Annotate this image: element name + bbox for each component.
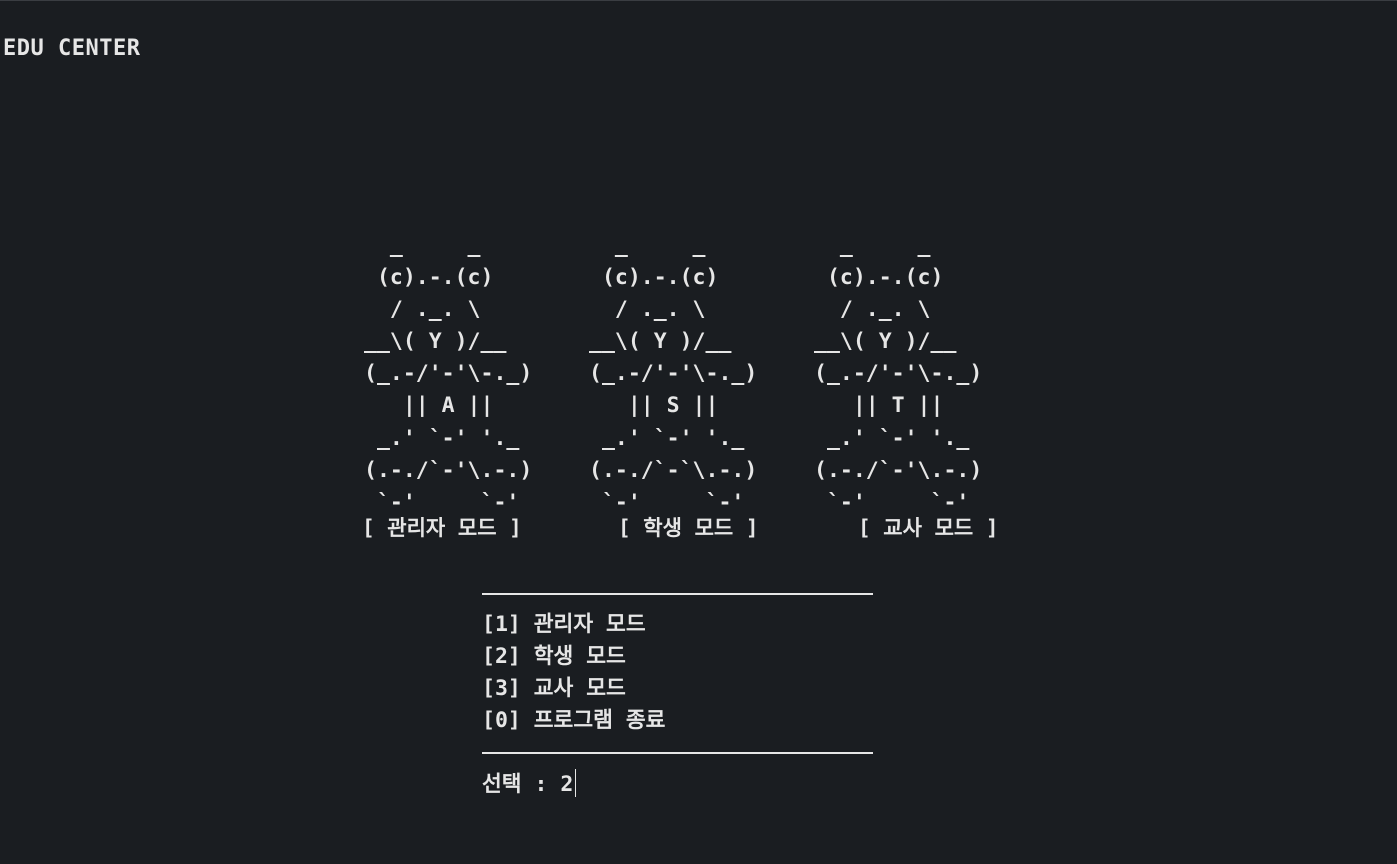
bear-label-student: [ 학생 모드 ] [618, 516, 759, 540]
bear-label-teacher: [ 교사 모드 ] [858, 516, 999, 540]
bear-art-admin: _ _ (c).-.(c) / ._. \ __\( Y )/__ (_.-/'… [364, 233, 533, 515]
menu-item-student[interactable]: [2] 학생 모드 [482, 641, 665, 673]
selection-prompt[interactable]: 선택 : 2 [482, 769, 577, 801]
menu-top-divider [482, 593, 873, 595]
bear-label-admin: [ 관리자 모드 ] [362, 516, 522, 540]
selection-label: 선택 : [482, 772, 548, 797]
menu-bottom-divider [482, 752, 873, 754]
bear-art-student: _ _ (c).-.(c) / ._. \ __\( Y )/__ (_.-/'… [589, 233, 758, 515]
window-top-border [0, 0, 1397, 1]
main-menu: [1] 관리자 모드 [2] 학생 모드 [3] 교사 모드 [0] 프로그램 … [482, 609, 665, 737]
bear-art-teacher: _ _ (c).-.(c) / ._. \ __\( Y )/__ (_.-/'… [814, 233, 983, 515]
app-title: EDU CENTER [3, 36, 141, 61]
menu-item-admin[interactable]: [1] 관리자 모드 [482, 609, 665, 641]
text-cursor [575, 769, 577, 797]
menu-item-teacher[interactable]: [3] 교사 모드 [482, 673, 665, 705]
menu-item-exit[interactable]: [0] 프로그램 종료 [482, 705, 665, 737]
selection-input[interactable]: 2 [560, 772, 573, 797]
